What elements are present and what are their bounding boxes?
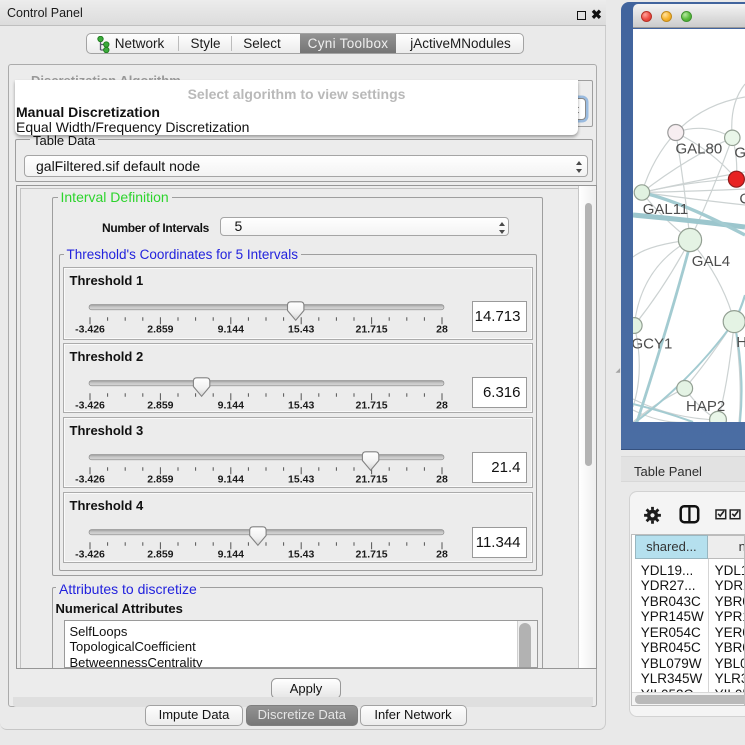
svg-text:GA: GA bbox=[734, 144, 745, 161]
svg-text:21.715: 21.715 bbox=[355, 323, 387, 335]
svg-text:28: 28 bbox=[436, 549, 448, 561]
svg-text:2.859: 2.859 bbox=[147, 474, 173, 486]
svg-text:GCY1: GCY1 bbox=[633, 335, 672, 352]
svg-text:-3.426: -3.426 bbox=[75, 474, 105, 486]
svg-text:GAL4: GAL4 bbox=[692, 253, 730, 270]
svg-text:GAL80: GAL80 bbox=[676, 140, 723, 157]
svg-text:CD: CD bbox=[739, 190, 745, 207]
svg-text:21.715: 21.715 bbox=[355, 399, 387, 411]
svg-text:28: 28 bbox=[436, 474, 448, 486]
svg-text:2.859: 2.859 bbox=[147, 549, 173, 561]
svg-text:15.43: 15.43 bbox=[288, 323, 314, 335]
svg-text:2.859: 2.859 bbox=[147, 323, 173, 335]
svg-text:15.43: 15.43 bbox=[288, 549, 314, 561]
svg-text:9.144: 9.144 bbox=[217, 323, 243, 335]
svg-text:15.43: 15.43 bbox=[288, 474, 314, 486]
svg-text:-3.426: -3.426 bbox=[75, 323, 105, 335]
svg-text:9.144: 9.144 bbox=[217, 399, 243, 411]
svg-text:21.715: 21.715 bbox=[355, 474, 387, 486]
svg-text:-3.426: -3.426 bbox=[75, 399, 105, 411]
svg-text:21.715: 21.715 bbox=[355, 549, 387, 561]
svg-text:15.43: 15.43 bbox=[288, 399, 314, 411]
svg-text:28: 28 bbox=[436, 323, 448, 335]
svg-text:9.144: 9.144 bbox=[217, 474, 243, 486]
svg-text:-3.426: -3.426 bbox=[75, 549, 105, 561]
svg-text:GAL11: GAL11 bbox=[643, 201, 689, 218]
svg-text:28: 28 bbox=[436, 399, 448, 411]
svg-text:HAP2: HAP2 bbox=[686, 398, 725, 415]
svg-text:HIS4: HIS4 bbox=[736, 334, 745, 351]
svg-text:9.144: 9.144 bbox=[217, 549, 243, 561]
svg-text:2.859: 2.859 bbox=[147, 399, 173, 411]
